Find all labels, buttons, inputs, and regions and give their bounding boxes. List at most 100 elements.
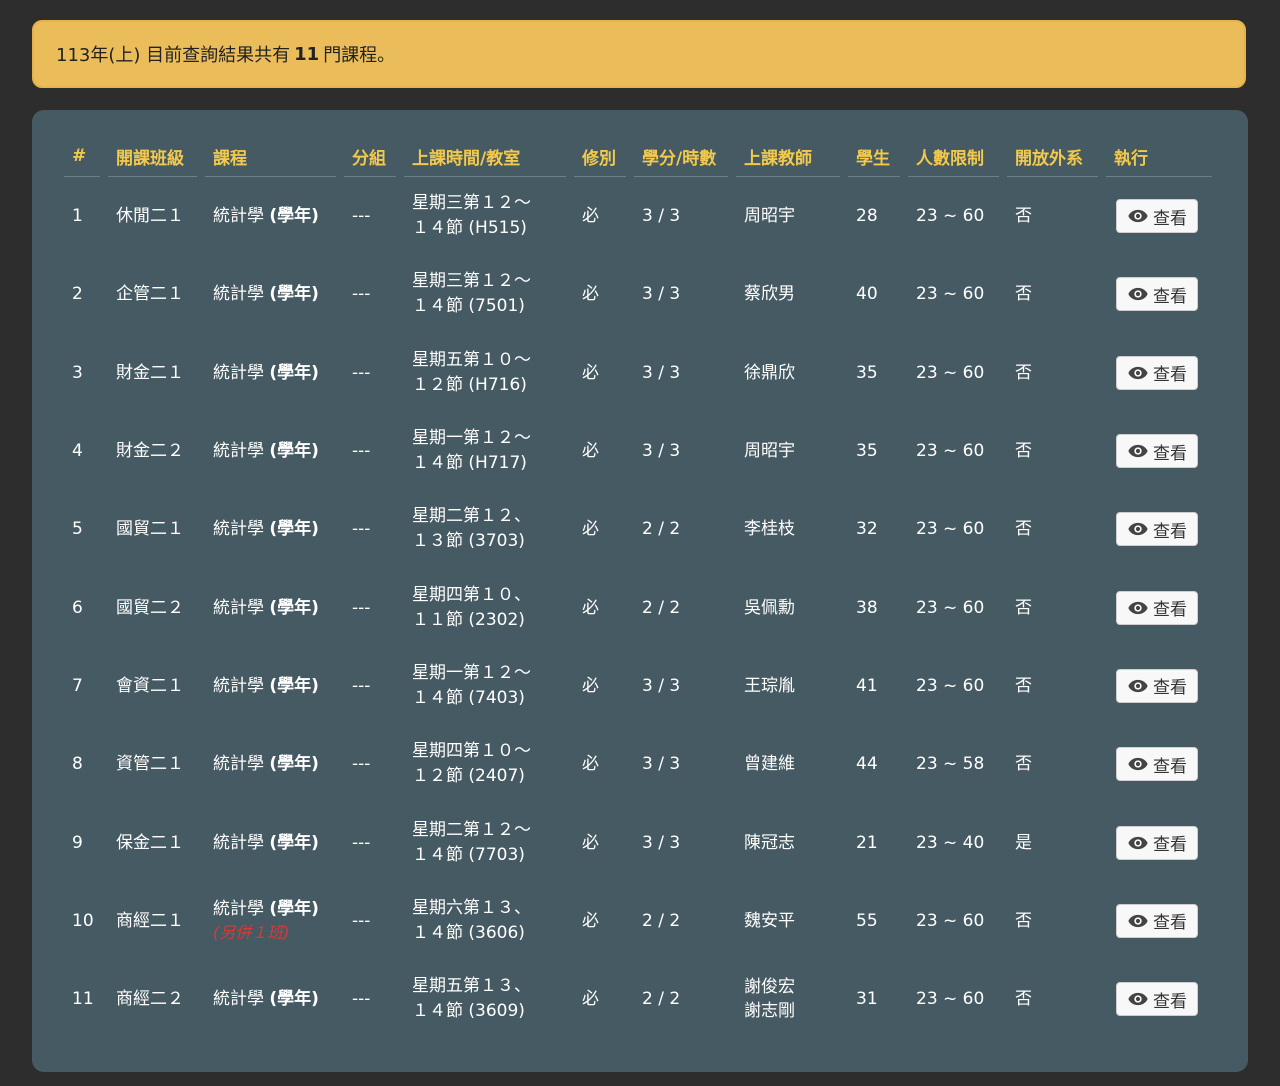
eye-icon (1128, 288, 1148, 301)
row-credits: 2 / 2 (642, 910, 681, 931)
course-name: 統計學 (213, 441, 264, 462)
row-time: 星期一第１２～ １４節 (H717) (404, 412, 566, 490)
row-type: 必 (582, 519, 599, 540)
row-teacher: 李桂枝 (736, 490, 840, 568)
header-num: # (64, 136, 100, 177)
row-limit: 23 ~ 40 (916, 832, 985, 853)
course-name: 統計學 (213, 754, 264, 775)
row-num: 7 (72, 675, 83, 696)
row-type: 必 (582, 675, 599, 696)
time-line-1: 星期四第１０、 (412, 584, 531, 605)
course-tag: (學年) (269, 284, 319, 305)
table-row: 4 財金二２ 統計學 (學年) --- 星期一第１２～ １４節 (H717) 必… (64, 412, 1212, 490)
view-button[interactable]: 查看 (1116, 982, 1198, 1017)
course-tag: (學年) (269, 832, 319, 853)
view-button[interactable]: 查看 (1116, 668, 1198, 703)
view-button[interactable]: 查看 (1116, 277, 1198, 312)
row-course: 統計學 (學年) (205, 568, 336, 646)
row-credits: 3 / 3 (642, 675, 681, 696)
row-group: --- (352, 362, 371, 383)
row-num: 10 (72, 910, 94, 931)
row-course: 統計學 (學年) (205, 647, 336, 725)
course-extra-note: (另併１班) (213, 922, 290, 942)
row-limit: 23 ~ 60 (916, 519, 985, 540)
course-name: 統計學 (213, 675, 264, 696)
row-course: 統計學 (學年) (205, 412, 336, 490)
row-class: 企管二１ (116, 284, 184, 305)
row-credits: 2 / 2 (642, 989, 681, 1010)
time-line-2: １１節 (2302) (412, 609, 525, 630)
view-button-label: 查看 (1153, 913, 1187, 933)
course-tag: (學年) (269, 519, 319, 540)
time-line-2: １４節 (H717) (412, 453, 527, 474)
view-button[interactable]: 查看 (1116, 512, 1198, 547)
view-button[interactable]: 查看 (1116, 590, 1198, 625)
row-class: 休閒二１ (116, 206, 184, 227)
row-num: 6 (72, 597, 83, 618)
row-type: 必 (582, 362, 599, 383)
row-course: 統計學 (學年) (205, 334, 336, 412)
row-teacher: 蔡欣男 (736, 255, 840, 333)
time-line-1: 星期五第１０～ (412, 349, 531, 370)
view-button-label: 查看 (1153, 521, 1187, 541)
row-open: 否 (1015, 519, 1032, 540)
row-students: 35 (856, 441, 878, 462)
header-action: 執行 (1106, 136, 1212, 177)
row-group: --- (352, 675, 371, 696)
eye-icon (1128, 836, 1148, 849)
row-action: 查看 (1106, 412, 1212, 490)
alert-prefix: 113年(上) 目前查詢結果共有 (56, 45, 291, 66)
row-course: 統計學 (學年) (205, 960, 336, 1038)
header-class: 開課班級 (108, 136, 197, 177)
row-num: 9 (72, 832, 83, 853)
row-action: 查看 (1106, 725, 1212, 803)
row-action: 查看 (1106, 255, 1212, 333)
row-num: 4 (72, 441, 83, 462)
course-tag: (學年) (269, 206, 319, 227)
view-button-label: 查看 (1153, 208, 1187, 228)
row-time: 星期六第１３、 １４節 (3606) (404, 882, 566, 960)
row-students: 55 (856, 910, 878, 931)
row-class: 會資二１ (116, 675, 184, 696)
row-students: 32 (856, 519, 878, 540)
table-header-row: # 開課班級 課程 分組 上課時間/教室 修別 學分/時數 上課教師 學生 人數… (64, 136, 1212, 177)
row-time: 星期四第１０～ １２節 (2407) (404, 725, 566, 803)
course-table: # 開課班級 課程 分組 上課時間/教室 修別 學分/時數 上課教師 學生 人數… (56, 136, 1220, 1038)
table-row: 1 休閒二１ 統計學 (學年) --- 星期三第１２～ １４節 (H515) 必… (64, 177, 1212, 255)
row-teacher: 謝俊宏 謝志剛 (736, 960, 840, 1038)
row-credits: 2 / 2 (642, 597, 681, 618)
view-button[interactable]: 查看 (1116, 825, 1198, 860)
row-type: 必 (582, 989, 599, 1010)
view-button[interactable]: 查看 (1116, 903, 1198, 938)
view-button[interactable]: 查看 (1116, 747, 1198, 782)
course-name: 統計學 (213, 284, 264, 305)
row-limit: 23 ~ 60 (916, 597, 985, 618)
teacher-1: 李桂枝 (744, 519, 795, 540)
teacher-1: 吳佩勳 (744, 597, 795, 618)
row-credits: 3 / 3 (642, 754, 681, 775)
course-tag: (學年) (269, 441, 319, 462)
view-button[interactable]: 查看 (1116, 434, 1198, 469)
view-button[interactable]: 查看 (1116, 199, 1198, 234)
row-credits: 3 / 3 (642, 441, 681, 462)
eye-icon (1128, 758, 1148, 771)
row-limit: 23 ~ 60 (916, 206, 985, 227)
row-limit: 23 ~ 60 (916, 910, 985, 931)
time-line-2: １４節 (7403) (412, 687, 525, 708)
teacher-1: 蔡欣男 (744, 284, 795, 305)
course-name: 統計學 (213, 898, 264, 919)
course-tag: (學年) (269, 675, 319, 696)
header-type: 修別 (574, 136, 626, 177)
row-credits: 3 / 3 (642, 832, 681, 853)
row-open: 否 (1015, 989, 1032, 1010)
row-teacher: 曾建維 (736, 725, 840, 803)
teacher-2: 謝志剛 (744, 1001, 795, 1022)
row-credits: 3 / 3 (642, 206, 681, 227)
row-students: 38 (856, 597, 878, 618)
teacher-1: 陳冠志 (744, 832, 795, 853)
table-row: 7 會資二１ 統計學 (學年) --- 星期一第１２～ １４節 (7403) 必… (64, 647, 1212, 725)
alert-count: 11 (294, 43, 320, 65)
row-num: 8 (72, 754, 83, 775)
view-button[interactable]: 查看 (1116, 355, 1198, 390)
row-type: 必 (582, 441, 599, 462)
